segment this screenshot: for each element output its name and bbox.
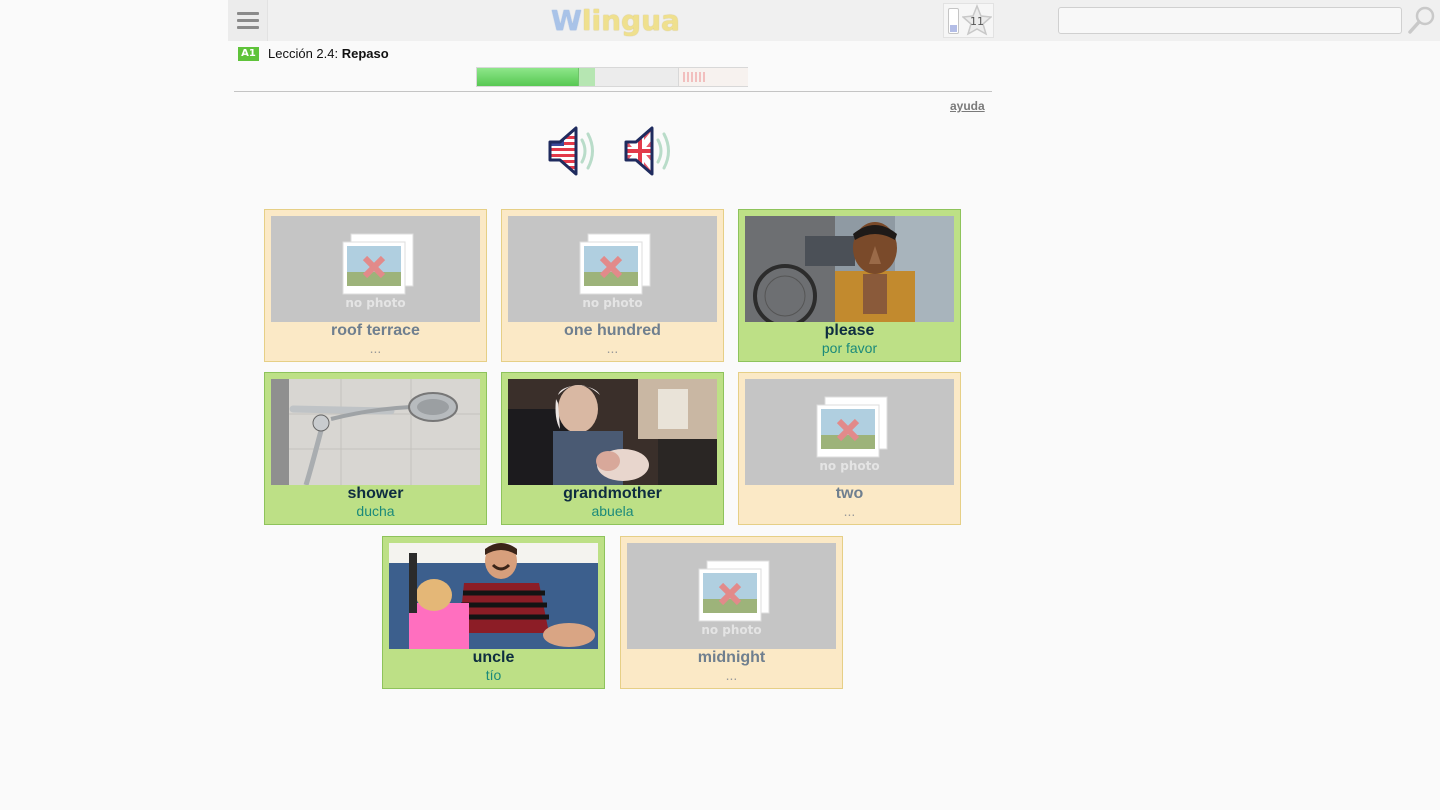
card-word: midnight: [697, 649, 766, 666]
card-translation: ...: [843, 503, 856, 519]
word-card[interactable]: no photo one hundred ...: [501, 209, 724, 362]
card-translation: ducha: [356, 503, 395, 519]
logo[interactable]: Wlingua: [551, 2, 680, 40]
card-word: grandmother: [563, 485, 662, 502]
word-card[interactable]: please por favor: [738, 209, 961, 362]
no-photo-label: no photo: [345, 296, 406, 310]
divider: [234, 91, 992, 92]
progress-marker: [578, 68, 595, 86]
star-count: 11: [970, 15, 984, 28]
no-photo-label: no photo: [701, 623, 762, 637]
word-card[interactable]: no photo two ...: [738, 372, 961, 525]
word-card[interactable]: no photo roof terrace ...: [264, 209, 487, 362]
logo-text: lingua: [581, 4, 680, 37]
logo-w: W: [551, 4, 582, 37]
no-photo-image: no photo: [271, 216, 480, 322]
word-card[interactable]: no photo midnight ...: [620, 536, 843, 689]
menu-button[interactable]: [228, 0, 268, 41]
menu-icon-bar: [236, 26, 259, 29]
search-input[interactable]: [1058, 7, 1402, 34]
uncle-photo: [389, 543, 598, 649]
no-photo-label: no photo: [819, 459, 880, 473]
progress-fill: [477, 68, 594, 86]
lesson-title-prefix: Lección 2.4:: [268, 46, 342, 61]
card-word: please: [824, 322, 875, 339]
lesson-title: Lección 2.4: Repaso: [268, 45, 389, 62]
search-icon[interactable]: [1406, 4, 1438, 36]
stars-widget[interactable]: 11: [943, 3, 994, 38]
us-speaker-icon[interactable]: [546, 122, 602, 182]
progress-remaining: [678, 68, 748, 86]
menu-icon: [236, 12, 259, 15]
no-photo-image: no photo: [627, 543, 836, 649]
card-translation: por favor: [821, 340, 878, 356]
menu-icon-bar: [236, 19, 259, 22]
lesson-progress-bar: [476, 67, 748, 87]
card-word: uncle: [472, 649, 515, 666]
boy-photo: [745, 216, 954, 322]
phone-icon: [948, 8, 959, 34]
card-translation: ...: [725, 667, 738, 683]
no-photo-label: no photo: [582, 296, 643, 310]
card-word: roof terrace: [331, 322, 420, 339]
uk-speaker-icon[interactable]: [622, 122, 678, 182]
card-translation: ...: [606, 340, 619, 356]
card-word: two: [835, 485, 864, 502]
shower-photo: [271, 379, 480, 485]
card-translation: ...: [369, 340, 382, 356]
card-translation: abuela: [591, 503, 634, 519]
grandmother-photo: [508, 379, 717, 485]
level-badge: A1: [238, 47, 259, 61]
no-photo-image: no photo: [508, 216, 717, 322]
card-translation: tío: [485, 667, 502, 683]
word-card[interactable]: uncle tío: [382, 536, 605, 689]
help-link[interactable]: ayuda: [950, 99, 985, 113]
card-word: one hundred: [564, 322, 661, 339]
word-card[interactable]: grandmother abuela: [501, 372, 724, 525]
word-card[interactable]: shower ducha: [264, 372, 487, 525]
lesson-title-name: Repaso: [341, 46, 389, 61]
card-word: shower: [347, 485, 404, 502]
no-photo-image: no photo: [745, 379, 954, 485]
